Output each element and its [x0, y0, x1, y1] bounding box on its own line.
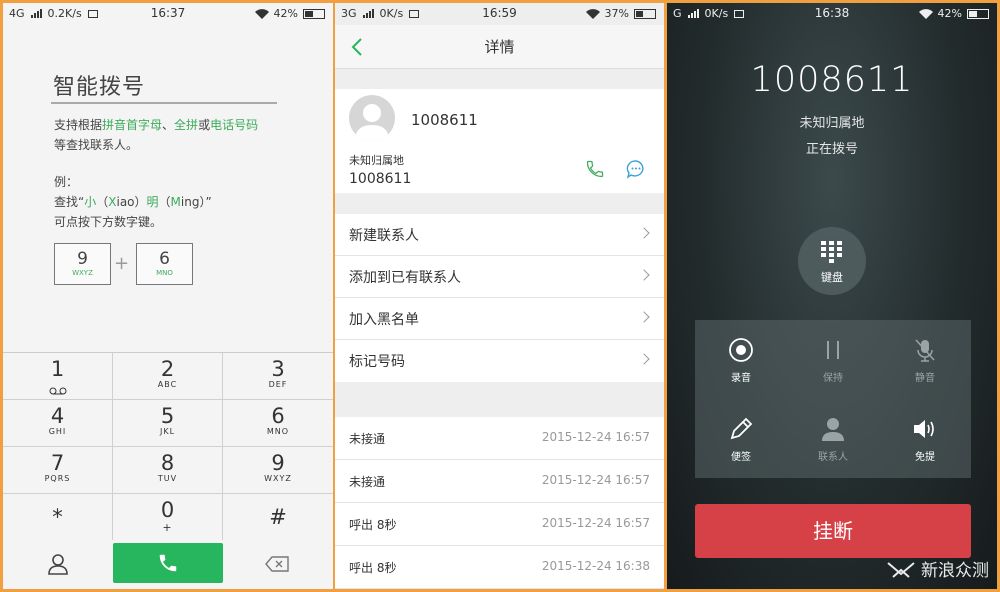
key-2[interactable]: 2 ABC: [113, 353, 223, 400]
battery-icon: [303, 8, 325, 19]
menu-blacklist[interactable]: 加入黑名单: [335, 298, 664, 340]
dial-actions: [3, 540, 333, 589]
avatar: [349, 95, 395, 141]
help-text: 例：: [54, 175, 79, 189]
key-0[interactable]: 0 +: [113, 494, 223, 541]
caller-number: 1008611: [750, 60, 914, 100]
key-9[interactable]: 9 WXYZ: [223, 447, 333, 494]
help-text: 等查找联系人。: [54, 138, 139, 152]
voicemail-icon: [49, 387, 66, 395]
header: 详情: [335, 25, 664, 69]
backspace-icon[interactable]: [265, 556, 289, 572]
wifi-icon: [585, 8, 600, 19]
watermark-logo-icon: [887, 561, 915, 578]
battery-level: 37%: [604, 7, 629, 20]
call-icon[interactable]: [585, 159, 605, 179]
call-log: 未接通 2015-12-24 16:57 未接通 2015-12-24 16:57 …: [335, 417, 664, 589]
help-text: 可点按下方数字键。: [54, 215, 163, 229]
battery-level: 42%: [273, 7, 298, 20]
help-text: 支持根据拼音首字母、全拼或电话号码: [54, 118, 259, 132]
battery-icon: [634, 8, 656, 19]
caller-location: 未知归属地: [799, 116, 865, 131]
details-screen: 3G 0K/s 16:59 37% 详情 1008611 未知归属地 10086…: [335, 3, 664, 589]
hangup-button[interactable]: 挂断: [695, 504, 971, 558]
battery-level: 42%: [937, 7, 962, 20]
phone-number: 1008611: [349, 171, 412, 187]
wifi-icon: [918, 8, 933, 19]
message-icon[interactable]: [626, 159, 646, 179]
chevron-right-icon: [638, 311, 650, 323]
contact-number: 1008611: [411, 111, 478, 129]
status-bar: 4G 0.2K/s 16:37 42%: [3, 3, 333, 25]
divider: [51, 102, 277, 104]
list-item[interactable]: 未接通 2015-12-24 16:57: [335, 460, 664, 503]
key-4[interactable]: 4 GHI: [3, 400, 113, 447]
call-controls: 录音 保持 静音 便签 联系人 免提: [695, 320, 971, 478]
status-bar: 3G 0K/s 16:59 37%: [335, 3, 664, 25]
key-1[interactable]: 1: [3, 353, 113, 400]
help-text: 查找“小（Xiao）明（Ming）”: [54, 195, 212, 209]
page-title: 智能拨号: [53, 75, 146, 100]
menu-mark-number[interactable]: 标记号码: [335, 340, 664, 382]
dialer-screen: 4G 0.2K/s 16:37 42% 智能拨号 支持根据拼音首字母、全拼或电话…: [3, 3, 333, 589]
call-button[interactable]: [113, 543, 223, 583]
chevron-right-icon: [638, 227, 650, 239]
plus-sign: +: [114, 253, 130, 274]
record-button[interactable]: 录音: [695, 320, 787, 399]
mute-button[interactable]: 静音: [879, 320, 971, 399]
menu-new-contact[interactable]: 新建联系人: [335, 214, 664, 256]
keypad-icon: [821, 241, 842, 263]
key-3[interactable]: 3 DEF: [223, 353, 333, 400]
example-key: 6 MNO: [136, 243, 193, 285]
speaker-button[interactable]: 免提: [879, 399, 971, 478]
chevron-right-icon: [638, 353, 650, 365]
key-6[interactable]: 6 MNO: [223, 400, 333, 447]
key-7[interactable]: 7 PQRS: [3, 447, 113, 494]
status-bar: G 0K/s 16:38 42%: [667, 3, 997, 25]
battery-icon: [967, 8, 989, 19]
list-item[interactable]: 呼出 8秒 2015-12-24 16:38: [335, 546, 664, 589]
phone-icon: [159, 554, 177, 572]
list-item[interactable]: 未接通 2015-12-24 16:57: [335, 417, 664, 460]
wifi-icon: [254, 8, 269, 19]
contact-icon: [822, 418, 844, 441]
keyboard-button[interactable]: 键盘: [798, 227, 866, 295]
location-label: 未知归属地: [349, 154, 404, 167]
call-state: 正在拨号: [805, 142, 858, 157]
key-star[interactable]: *: [3, 494, 113, 541]
watermark: 新浪众测: [887, 556, 989, 581]
contact-card: 1008611 未知归属地 1008611: [335, 89, 664, 193]
key-8[interactable]: 8 TUV: [113, 447, 223, 494]
record-icon: [729, 338, 753, 362]
pencil-icon: [730, 417, 753, 440]
pause-icon: [827, 341, 839, 359]
list-item[interactable]: 呼出 8秒 2015-12-24 16:57: [335, 503, 664, 546]
hold-button[interactable]: 保持: [787, 320, 879, 399]
contacts-icon[interactable]: [47, 553, 69, 575]
contacts-button[interactable]: 联系人: [787, 399, 879, 478]
notes-button[interactable]: 便签: [695, 399, 787, 478]
dial-pad: 1 2 ABC 3 DEF 4 GHI 5 JKL 6 MNO 7 PQRS 8 TUV 9W…: [3, 352, 333, 541]
incall-screen: G 0K/s 16:38 42% 1008611 未知归属地 正在拨号 键盘 录…: [667, 3, 997, 589]
keyboard-label: 键盘: [821, 271, 843, 284]
chevron-right-icon: [638, 269, 650, 281]
action-menu: 新建联系人 添加到已有联系人 加入黑名单 标记号码: [335, 214, 664, 382]
person-icon: [355, 104, 389, 141]
mute-icon: [915, 339, 935, 362]
example-key: 9 WXYZ: [54, 243, 111, 285]
menu-add-existing[interactable]: 添加到已有联系人: [335, 256, 664, 298]
page-title: 详情: [484, 38, 515, 56]
speaker-icon: [914, 420, 934, 438]
key-hash[interactable]: #: [223, 494, 333, 541]
key-5[interactable]: 5 JKL: [113, 400, 223, 447]
